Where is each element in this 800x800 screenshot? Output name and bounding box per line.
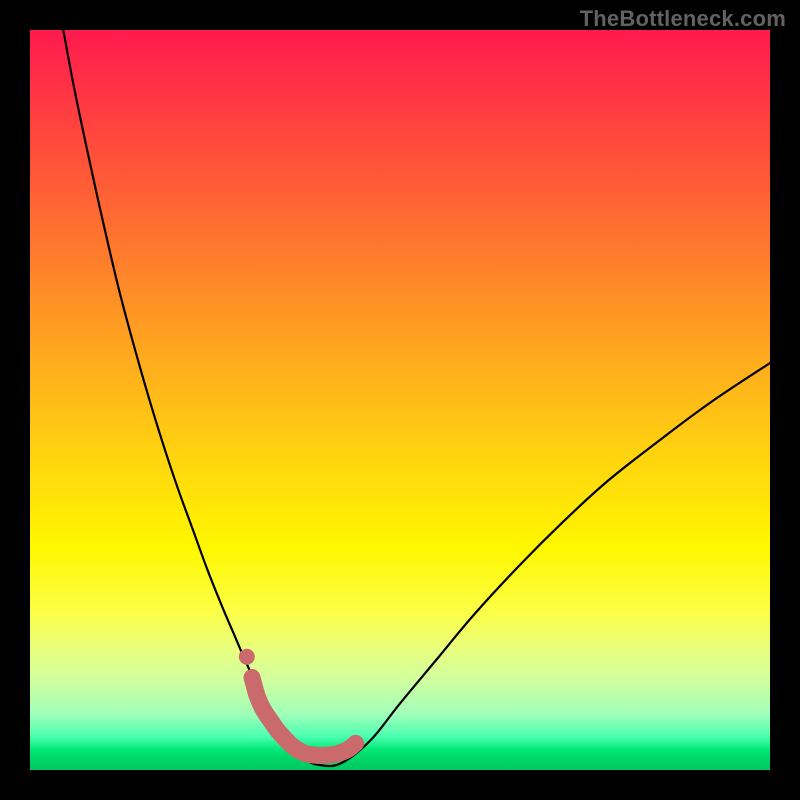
watermark-text: TheBottleneck.com (580, 6, 786, 32)
marker-dot (239, 649, 255, 665)
bottleneck-curve (63, 30, 770, 766)
chart-svg (30, 30, 770, 770)
chart-frame: TheBottleneck.com (0, 0, 800, 800)
optimal-range-highlight (252, 678, 356, 756)
plot-area (30, 30, 770, 770)
